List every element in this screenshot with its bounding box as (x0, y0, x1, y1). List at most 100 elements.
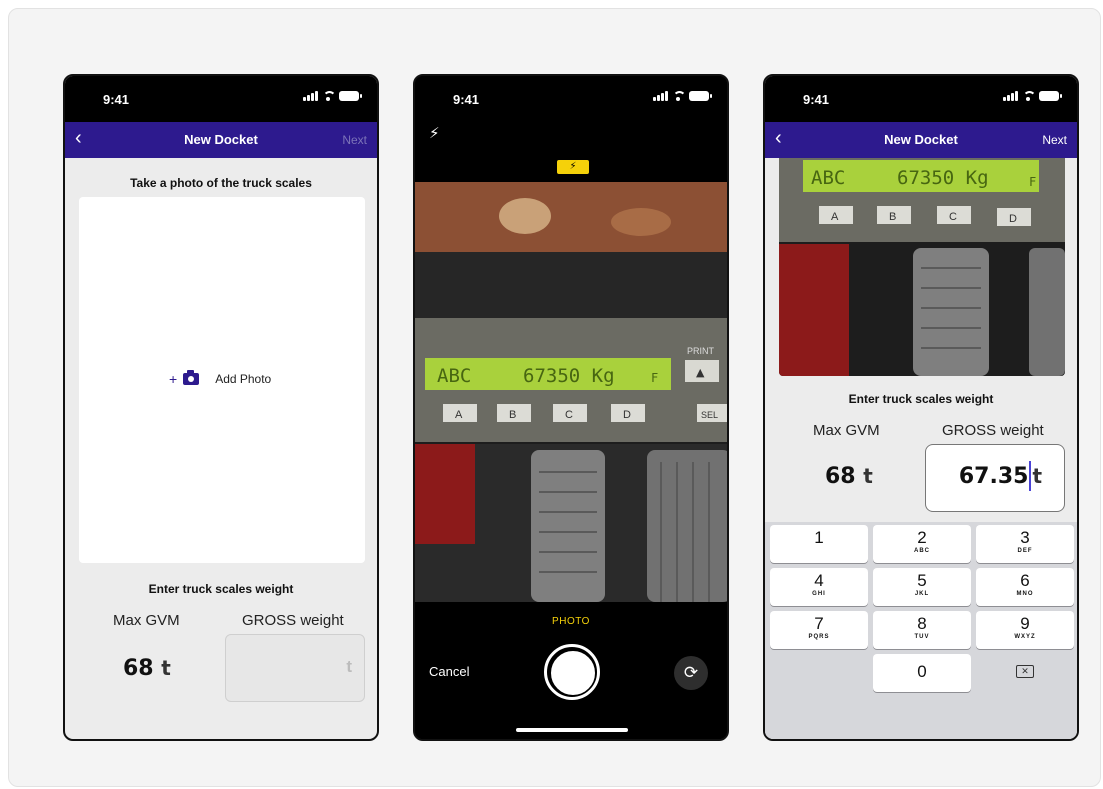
max-gvm-number: 68 (123, 656, 154, 681)
home-indicator (516, 728, 628, 732)
flash-icon[interactable]: ⚡ (429, 124, 440, 142)
photo-section-title: Take a photo of the truck scales (130, 176, 312, 190)
photo-drop-area[interactable]: + Add Photo (79, 197, 365, 563)
lcd-reading: 67350 Kg (897, 167, 989, 189)
scale-key-b: B (509, 409, 516, 421)
scale-key-c: C (565, 409, 573, 421)
status-bar: 9:41 (415, 76, 727, 122)
scale-key-a: A (455, 409, 463, 421)
max-gvm-label: Max GVM (113, 612, 180, 629)
weight-section-title: Enter truck scales weight (148, 582, 294, 596)
scale-key-b: B (889, 211, 896, 223)
gross-weight-input[interactable]: 67.35 t (925, 444, 1065, 512)
signal-icon (303, 91, 318, 101)
key-number: 6 (1020, 571, 1030, 590)
phone-new-docket-empty: 9:41 ‹ New Docket Next Take a photo of t… (63, 74, 379, 741)
print-label: PRINT (687, 346, 715, 356)
key-number: 1 (814, 528, 824, 547)
key-letters: TUV (914, 634, 930, 640)
backspace-key[interactable]: ✕ (976, 654, 1074, 692)
key-letters: GHI (812, 591, 826, 597)
max-gvm-label: Max GVM (813, 422, 880, 439)
key-6[interactable]: 6 MNO (976, 568, 1074, 606)
next-button[interactable]: Next (1042, 133, 1067, 147)
status-bar: 9:41 (65, 76, 377, 122)
cancel-button[interactable]: Cancel (429, 664, 469, 679)
key-number: 8 (917, 614, 927, 633)
key-letters: MNO (1016, 591, 1034, 597)
status-icons (1003, 91, 1062, 101)
scale-key-c: C (949, 211, 957, 223)
lcd-suffix: F (1029, 175, 1036, 189)
lcd-suffix: F (651, 371, 658, 385)
key-2[interactable]: 2 ABC (873, 525, 971, 563)
key-number: 2 (917, 528, 927, 547)
camera-top-bar: ⚡ ⚡ (415, 122, 727, 182)
next-button[interactable]: Next (342, 133, 367, 147)
max-gvm-value: 68 t (825, 464, 873, 489)
status-icons (653, 91, 712, 101)
flash-on-badge: ⚡ (557, 160, 589, 174)
phone-camera: 9:41 ⚡ ⚡ ABC 67350 Kg F PRINT ▲ A B C D … (413, 74, 729, 741)
camera-viewfinder: ABC 67350 Kg F PRINT ▲ A B C D SEL (415, 182, 727, 602)
wifi-icon (322, 91, 336, 101)
photo-mode-label[interactable]: PHOTO (415, 616, 727, 627)
max-gvm-unit: t (863, 464, 873, 488)
shutter-button[interactable] (544, 644, 600, 700)
key-letters: ABC (914, 548, 930, 554)
gross-weight-label: GROSS weight (942, 422, 1044, 439)
status-bar: 9:41 (765, 76, 1077, 122)
battery-icon (689, 91, 712, 101)
status-icons (303, 91, 362, 101)
gross-weight-unit: t (346, 657, 352, 676)
backspace-icon: ✕ (1016, 665, 1034, 678)
key-letters: JKL (914, 591, 930, 597)
add-photo-button[interactable]: + Add Photo (169, 370, 272, 387)
battery-icon (1039, 91, 1062, 101)
battery-icon (339, 91, 362, 101)
page-title: New Docket (884, 132, 958, 147)
scale-key-sel: SEL (701, 410, 718, 420)
key-letters: DEF (1017, 548, 1033, 554)
captured-photo[interactable]: ABC 67350 Kg F A B C D (779, 158, 1065, 376)
gross-weight-unit: t (1032, 464, 1042, 488)
key-7[interactable]: 7 PQRS (770, 611, 868, 649)
lcd-left-text: ABC (811, 167, 845, 189)
key-3[interactable]: 3 DEF (976, 525, 1074, 563)
status-time: 9:41 (103, 92, 130, 107)
signal-icon (1003, 91, 1018, 101)
camera-icon (183, 370, 200, 385)
nav-bar: ‹ New Docket Next (765, 122, 1077, 158)
scale-key-a: A (831, 211, 839, 223)
key-1[interactable]: 1 (770, 525, 868, 563)
add-photo-label: Add Photo (215, 372, 272, 386)
key-letters: PQRS (808, 634, 830, 640)
key-number: 3 (1020, 528, 1030, 547)
plus-icon: + (169, 371, 178, 387)
key-number: 7 (814, 614, 824, 633)
status-time: 9:41 (803, 92, 830, 107)
status-time: 9:41 (453, 92, 480, 107)
showcase-canvas: 9:41 ‹ New Docket Next Take a photo of t… (8, 8, 1101, 787)
scale-key-d: D (1009, 213, 1017, 225)
print-key: ▲ (696, 366, 705, 379)
phone-new-docket-filled: 9:41 ‹ New Docket Next ABC 67350 Kg F A … (763, 74, 1079, 741)
wifi-icon (672, 91, 686, 101)
numeric-keypad: 1 2 ABC 3 DEF 4 GHI 5 JKL 6 MNO 7 PQRS 8 TUV 9W… (765, 522, 1077, 739)
key-0[interactable]: 0 (873, 654, 971, 692)
wifi-icon (1022, 91, 1036, 101)
key-9[interactable]: 9 WXYZ (976, 611, 1074, 649)
text-cursor (1029, 461, 1032, 491)
lcd-left-text: ABC (437, 365, 471, 387)
gross-weight-entry: 67.35 t (959, 461, 1042, 491)
max-gvm-unit: t (161, 656, 171, 680)
nav-bar: ‹ New Docket Next (65, 122, 377, 158)
key-8[interactable]: 8 TUV (873, 611, 971, 649)
key-4[interactable]: 4 GHI (770, 568, 868, 606)
max-gvm-value: 68 t (123, 656, 171, 681)
scale-photo: ABC 67350 Kg F PRINT ▲ A B C D SEL (415, 182, 727, 602)
key-5[interactable]: 5 JKL (873, 568, 971, 606)
flip-camera-icon[interactable]: ⟳ (674, 656, 708, 690)
weight-section-title: Enter truck scales weight (848, 392, 994, 406)
gross-weight-input[interactable]: t (225, 634, 365, 702)
